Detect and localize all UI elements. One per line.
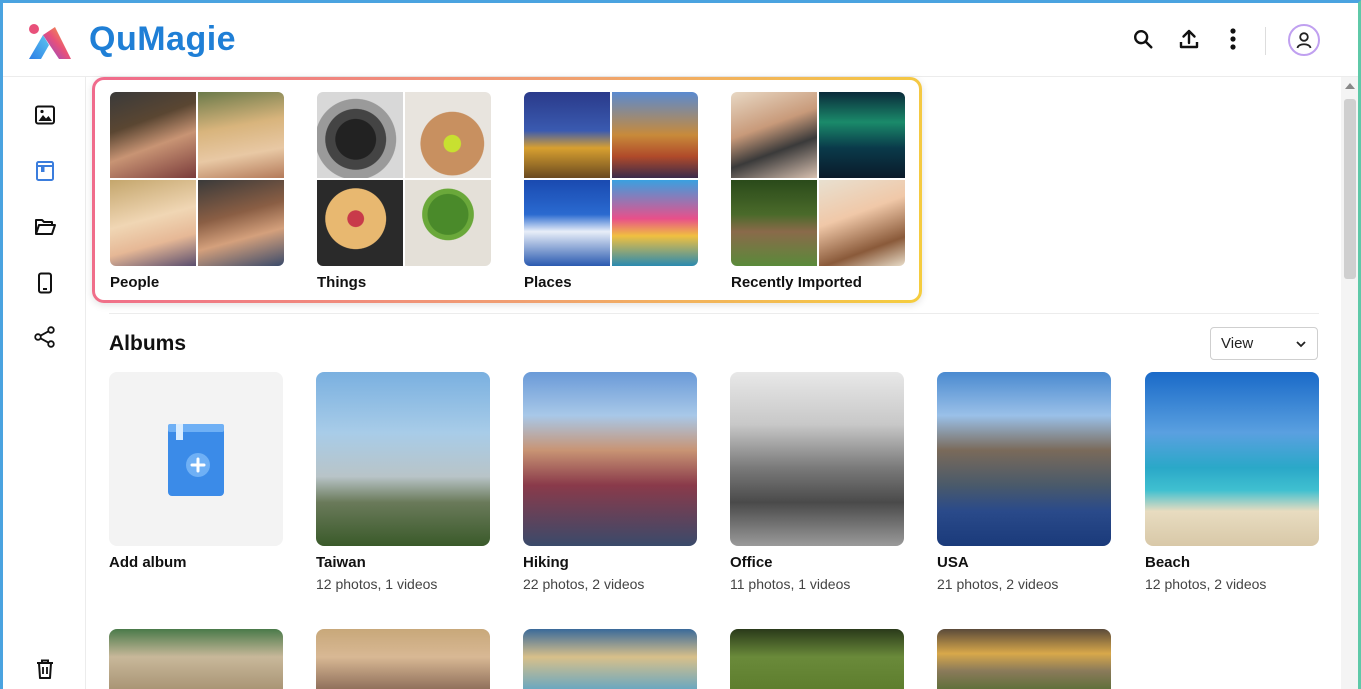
app-logo-icon	[29, 24, 71, 59]
photo-thumbnail	[524, 180, 610, 266]
mobile-icon	[38, 272, 52, 294]
album-cover[interactable]	[316, 372, 490, 546]
album-cover[interactable]	[1145, 372, 1319, 546]
album-cover[interactable]	[523, 372, 697, 546]
category-label: People	[110, 274, 160, 291]
app-name: QuMagie	[89, 20, 237, 58]
album-name: Hiking	[523, 554, 569, 571]
nav-photos[interactable]	[31, 101, 59, 129]
photo-thumbnail	[109, 629, 283, 689]
share-icon	[34, 326, 55, 348]
category-label: Recently Imported	[731, 274, 862, 291]
scroll-thumb[interactable]	[1344, 99, 1356, 279]
search-icon[interactable]	[1129, 25, 1157, 53]
photo-thumbnail	[523, 372, 697, 546]
upload-icon[interactable]	[1175, 25, 1203, 53]
nav-devices[interactable]	[31, 269, 59, 297]
side-nav	[3, 77, 86, 689]
more-vert-icon[interactable]	[1219, 25, 1247, 53]
album-meta: 11 photos, 1 videos	[730, 576, 851, 592]
photo-thumbnail	[405, 180, 491, 266]
album-card[interactable]: USA 21 photos, 2 videos	[937, 372, 1111, 592]
add-album-book-icon	[168, 424, 224, 496]
app-window: QuMagie People Things Places Recently Im…	[0, 0, 1361, 689]
photo-thumbnail	[612, 180, 698, 266]
photo-thumbnail	[198, 92, 284, 178]
photo-thumbnail	[110, 92, 196, 178]
album-name: Office	[730, 554, 773, 571]
photo-thumbnail	[819, 92, 905, 178]
album-icon	[36, 161, 54, 181]
album-meta: 12 photos, 2 videos	[1145, 576, 1267, 592]
album-card[interactable]: Office 11 photos, 1 videos	[730, 372, 904, 592]
toolbar-divider	[1265, 27, 1266, 55]
albums-heading: Albums	[109, 332, 187, 355]
photo-thumbnail	[524, 92, 610, 178]
nav-folders[interactable]	[31, 213, 59, 241]
trash-icon	[37, 659, 53, 679]
album-cover[interactable]	[523, 629, 697, 689]
album-cover[interactable]	[937, 372, 1111, 546]
category-places[interactable]: Places	[524, 92, 698, 291]
category-label: Places	[524, 274, 572, 291]
photo-thumbnail	[110, 180, 196, 266]
nav-trash[interactable]	[31, 655, 59, 683]
album-cover[interactable]	[316, 629, 490, 689]
photo-thumbnail	[937, 372, 1111, 546]
photo-thumbnail	[405, 92, 491, 178]
album-name: Taiwan	[316, 554, 366, 571]
album-card[interactable]: Hiking 22 photos, 2 videos	[523, 372, 697, 592]
photo-thumbnail	[1145, 372, 1319, 546]
add-album-card[interactable]: Add album	[109, 372, 283, 571]
photo-thumbnail	[198, 180, 284, 266]
album-name: Beach	[1145, 554, 1191, 571]
user-avatar-icon[interactable]	[1288, 24, 1320, 56]
category-recently-imported[interactable]: Recently Imported	[731, 92, 905, 291]
view-dropdown-label: View	[1221, 335, 1254, 352]
album-name: Add album	[109, 554, 187, 571]
album-meta: 22 photos, 2 videos	[523, 576, 645, 592]
category-things[interactable]: Things	[317, 92, 491, 291]
nav-albums[interactable]	[31, 157, 59, 185]
photo-thumbnail	[937, 629, 1111, 689]
vertical-scrollbar[interactable]	[1341, 77, 1358, 689]
photo-thumbnail	[317, 180, 403, 266]
nav-sharing[interactable]	[31, 323, 59, 351]
album-cover[interactable]	[730, 372, 904, 546]
section-divider	[109, 313, 1319, 314]
chevron-down-icon	[1296, 340, 1306, 347]
photo-thumbnail	[730, 629, 904, 689]
photo-thumbnail	[731, 180, 817, 266]
photo-thumbnail	[316, 629, 490, 689]
photo-thumbnail	[523, 629, 697, 689]
view-dropdown[interactable]: View	[1210, 327, 1318, 360]
album-cover[interactable]	[109, 629, 283, 689]
top-bar: QuMagie	[3, 3, 1358, 77]
album-card[interactable]: Taiwan 12 photos, 1 videos	[316, 372, 490, 592]
album-cover[interactable]	[937, 629, 1111, 689]
image-icon	[35, 105, 55, 125]
photo-thumbnail	[731, 92, 817, 178]
add-album-tile[interactable]	[109, 372, 283, 546]
album-cover[interactable]	[730, 629, 904, 689]
photo-thumbnail	[819, 180, 905, 266]
album-name: USA	[937, 554, 969, 571]
photo-thumbnail	[612, 92, 698, 178]
photo-thumbnail	[730, 372, 904, 546]
album-meta: 12 photos, 1 videos	[316, 576, 438, 592]
album-meta: 21 photos, 2 videos	[937, 576, 1059, 592]
photo-thumbnail	[316, 372, 490, 546]
category-label: Things	[317, 274, 367, 291]
smart-categories-panel: People Things Places Recently Imported	[92, 77, 922, 303]
photo-thumbnail	[317, 92, 403, 178]
scroll-up-arrow-icon[interactable]	[1345, 83, 1355, 89]
category-people[interactable]: People	[110, 92, 284, 291]
album-card[interactable]: Beach 12 photos, 2 videos	[1145, 372, 1319, 592]
folder-open-icon	[35, 219, 56, 235]
